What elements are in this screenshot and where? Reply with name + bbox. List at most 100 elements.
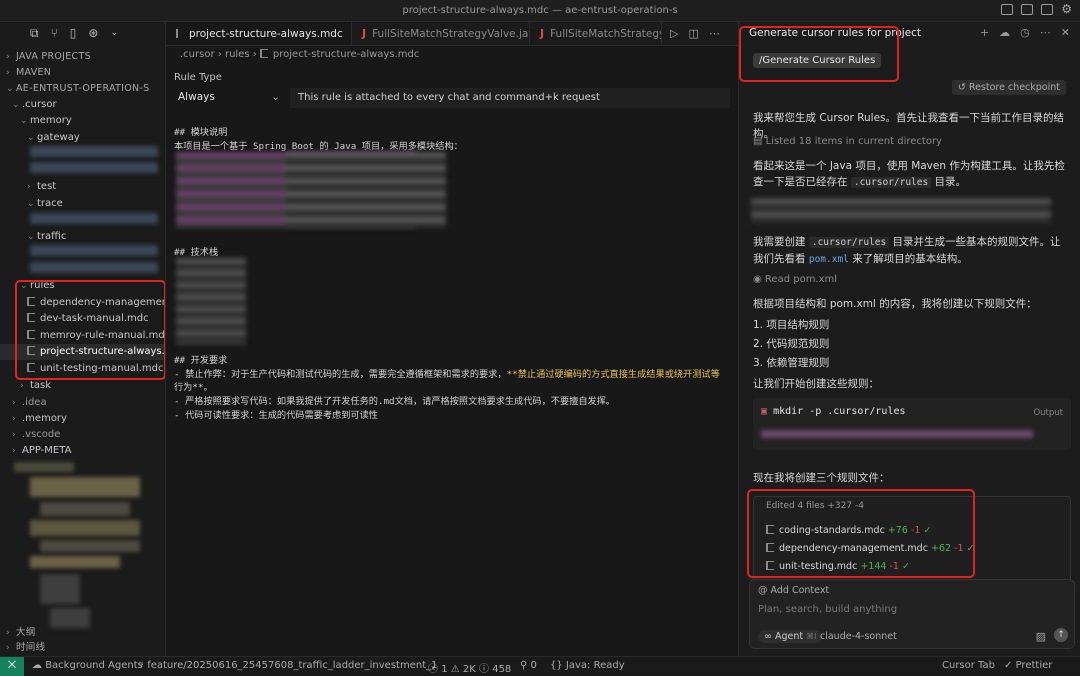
explorer-icon[interactable]: ⧉ — [30, 26, 39, 41]
chevron-down-icon[interactable]: ⌄ — [110, 28, 118, 38]
section-maven[interactable]: › MAVEN — [0, 65, 165, 81]
section-timeline[interactable]: › 时间线 — [0, 640, 165, 656]
toggle-aux-sidebar-icon[interactable] — [1041, 4, 1054, 15]
new-chat-icon[interactable]: + — [980, 26, 989, 39]
code-line: - 严格按照要求写代码：如果我提供了开发任务的.md文档，请严格按照文档要求生成… — [174, 396, 616, 407]
chat-message: 我需要创建 .cursor/rules 目录并生成一些基本的规则文件。让我们先看… — [753, 236, 1061, 265]
file-dependency-management[interactable]: dependency-management... — [0, 295, 165, 311]
file-icon — [766, 543, 774, 552]
source-control-icon[interactable]: ⑂ — [51, 26, 58, 40]
code-line: - 禁止作弊：对于生产代码和测试代码的生成，需要完全遵循框架和需求的要求，**禁… — [174, 369, 720, 380]
chat-message: 现在我将创建三个规则文件： — [753, 472, 890, 484]
folder-cursor[interactable]: ⌄ .cursor — [0, 97, 165, 113]
folder-app-meta[interactable]: › APP-META — [0, 443, 165, 459]
breadcrumb-file[interactable]: project-structure-always.mdc — [273, 49, 419, 60]
redacted-block — [30, 262, 158, 273]
output-label[interactable]: Output — [1033, 408, 1063, 418]
file-icon — [27, 297, 35, 306]
remote-icon[interactable]: ⨉ — [0, 657, 24, 676]
edited-file-row[interactable]: dependency-management.mdc +62 -1 ✓ — [766, 543, 975, 554]
settings-gear-icon[interactable]: ⚙ — [1061, 3, 1072, 15]
heading-tech-stack: ## 技术栈 — [174, 247, 219, 258]
run-icon[interactable]: ▷ — [670, 27, 678, 40]
editor-area: project-structure-always.mdc ✕ J FullSit… — [166, 22, 738, 656]
file-icon — [259, 49, 268, 58]
warning-icon: ⚠ — [450, 664, 460, 675]
cursor-tab-status[interactable]: Cursor Tab — [942, 660, 995, 671]
folder-trace[interactable]: ⌄ trace — [0, 196, 165, 212]
redacted-block — [30, 556, 120, 568]
folder-dot-memory[interactable]: › .memory — [0, 411, 165, 427]
heading-dev-requirements: ## 开发要求 — [174, 355, 228, 366]
terminal-icon: ▣ — [761, 406, 768, 417]
file-unit-testing-manual[interactable]: unit-testing-manual.mdc — [0, 361, 165, 377]
edited-file-row[interactable]: unit-testing.mdc +144 -1 ✓ — [766, 561, 910, 572]
git-branch[interactable]: ⑂ feature/20250616_25457608_traffic_ladd… — [138, 660, 437, 671]
tab-fullsite-strategy[interactable]: J FullSiteMatchStrategyV — [530, 22, 662, 45]
folder-vscode[interactable]: › .vscode — [0, 427, 165, 443]
folder-traffic[interactable]: ⌄ traffic — [0, 229, 165, 245]
tool-listed: ▤ Listed 18 items in current directory — [753, 136, 942, 147]
tab-fullsite-valve[interactable]: J FullSiteMatchStrategyValve.java — [352, 22, 530, 45]
redacted-block — [30, 146, 158, 157]
file-memroy-rule-manual[interactable]: memroy-rule-manual.mdc — [0, 328, 165, 344]
extensions-icon[interactable]: ⊛ — [88, 26, 98, 40]
breadcrumb-cursor[interactable]: .cursor — [180, 49, 215, 60]
agent-mode-button[interactable]: ∞ Agent ⌘I — [758, 630, 823, 643]
folder-test[interactable]: › test — [0, 179, 165, 195]
pom-link[interactable]: pom.xml — [809, 254, 849, 265]
bookmark-icon[interactable]: ▯ — [70, 26, 77, 40]
eye-icon: ◉ — [753, 274, 762, 285]
restore-checkpoint-button[interactable]: ↺ Restore checkpoint — [951, 80, 1066, 95]
chat-input[interactable]: Plan, search, build anything — [758, 604, 897, 615]
check-icon: ✓ — [966, 543, 975, 554]
prettier-status[interactable]: ✓ Prettier — [1004, 660, 1052, 671]
folder-memory[interactable]: ⌄ memory — [0, 113, 165, 129]
ports-indicator[interactable]: ⚲ 0 — [520, 660, 537, 671]
send-icon[interactable]: ↑ — [1054, 628, 1068, 642]
cloud-icon[interactable]: ☁ — [999, 26, 1010, 39]
more-icon[interactable]: ⋯ — [1040, 26, 1051, 39]
list-item: 3. 依赖管理规则 — [753, 357, 830, 369]
section-java-projects[interactable]: › JAVA PROJECTS — [0, 49, 165, 65]
toggle-sidebar-icon[interactable] — [1001, 4, 1014, 15]
problems-indicator[interactable]: ⓧ 1 ⚠ 2K ⓘ 458 — [428, 660, 511, 675]
more-icon[interactable]: ⋯ — [709, 27, 720, 40]
file-icon — [27, 363, 35, 372]
infinity-icon: ∞ — [764, 631, 772, 642]
tab-project-structure-always[interactable]: project-structure-always.mdc ✕ — [166, 22, 352, 45]
close-icon[interactable]: ✕ — [1061, 26, 1070, 39]
toggle-panel-icon[interactable] — [1021, 4, 1034, 15]
breadcrumb: .cursor › rules › project-structure-alwa… — [180, 49, 420, 60]
command-pill[interactable]: /Generate Cursor Rules — [753, 53, 882, 68]
java-status[interactable]: {} Java: Ready — [550, 660, 625, 671]
rule-type-select[interactable]: Always ⌄ — [174, 88, 286, 108]
folder-rules[interactable]: ⌄ rules — [0, 278, 165, 294]
background-agents[interactable]: ☁ Background Agents — [32, 660, 143, 671]
split-editor-icon[interactable]: ◫ — [688, 27, 698, 40]
activity-bar: ⧉ ⑂ ▯ ⊛ ⌄ — [0, 22, 165, 44]
breadcrumb-rules[interactable]: rules — [225, 49, 250, 60]
edited-file-row[interactable]: coding-standards.mdc +76 -1 ✓ — [766, 525, 931, 536]
restore-icon: ↺ — [957, 82, 966, 93]
chat-message: 根据项目结构和 pom.xml 的内容，我将创建以下规则文件： — [753, 298, 1037, 310]
check-icon: ✓ — [923, 525, 932, 536]
check-icon: ✓ — [901, 561, 910, 572]
image-icon[interactable]: ▨ — [1036, 630, 1046, 643]
history-icon[interactable]: ◷ — [1020, 26, 1030, 39]
redacted-block — [30, 477, 140, 497]
add-context-button[interactable]: @ Add Context — [758, 585, 829, 596]
section-project[interactable]: ⌄ AE-ENTRUST-OPERATION-S — [0, 81, 165, 97]
model-selector[interactable]: claude-4-sonnet — [820, 631, 897, 642]
section-outline[interactable]: › 大纲 — [0, 625, 165, 641]
folder-task[interactable]: › task — [0, 378, 165, 394]
ports-icon: ⚲ — [520, 660, 528, 671]
folder-idea[interactable]: › .idea — [0, 395, 165, 411]
chat-input-box: @ Add Context Plan, search, build anythi… — [749, 579, 1075, 649]
file-dev-task-manual[interactable]: dev-task-manual.mdc — [0, 311, 165, 327]
edited-files-summary[interactable]: Edited 4 files +327 -4 — [766, 501, 864, 511]
redacted-block — [40, 540, 140, 552]
file-icon — [27, 330, 35, 339]
folder-gateway[interactable]: ⌄ gateway — [0, 130, 165, 146]
file-project-structure-always[interactable]: project-structure-always.... — [0, 344, 165, 360]
